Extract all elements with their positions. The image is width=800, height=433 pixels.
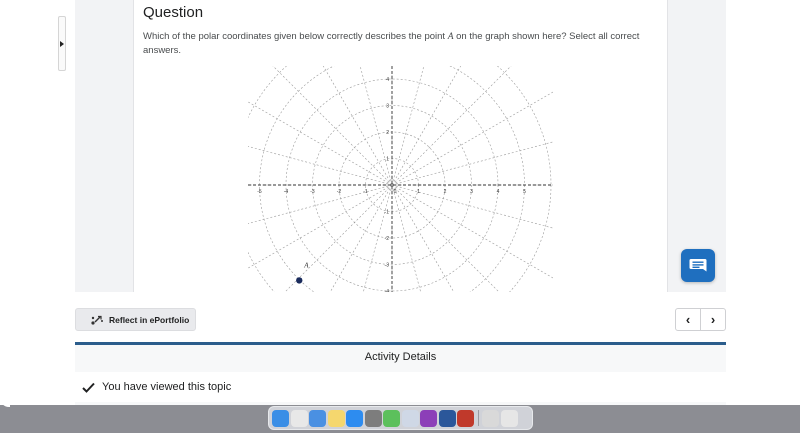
x-tick-label: 1 xyxy=(417,189,420,195)
viewed-status-text: You have viewed this topic xyxy=(102,381,232,393)
polar-ray xyxy=(391,141,553,186)
y-tick-label: -4 xyxy=(385,289,390,292)
dock-separator xyxy=(477,410,479,426)
left-panel xyxy=(75,0,134,292)
point-a-marker xyxy=(296,277,303,284)
y-tick-label: 2 xyxy=(386,130,389,136)
chat-button[interactable] xyxy=(681,249,715,282)
polar-ray xyxy=(248,184,393,224)
chevron-right-icon: › xyxy=(710,312,716,327)
y-tick-label: 3 xyxy=(386,104,389,110)
previous-topic-button[interactable]: ‹ xyxy=(676,309,700,330)
polar-ray xyxy=(391,184,500,292)
viewed-status-row: You have viewed this topic xyxy=(75,372,726,402)
chrome-icon[interactable] xyxy=(290,409,308,427)
reflect-eportfolio-button[interactable]: Reflect in ePortfolio xyxy=(75,308,196,331)
chat-icon xyxy=(689,258,707,271)
system-preferences-icon[interactable] xyxy=(364,409,382,427)
x-tick-label: 0 xyxy=(394,189,397,195)
notes-icon[interactable] xyxy=(327,409,345,427)
y-tick-label: 4 xyxy=(386,77,389,83)
question-text: Which of the polar coordinates given bel… xyxy=(143,30,653,58)
mail-icon[interactable] xyxy=(309,409,326,427)
polar-ray xyxy=(391,184,455,292)
onenote-icon[interactable] xyxy=(420,409,437,427)
axes xyxy=(248,66,553,292)
app-store-icon[interactable] xyxy=(346,409,363,427)
question-title: Question xyxy=(143,4,204,21)
trash-icon[interactable] xyxy=(500,409,518,427)
polar-ray xyxy=(363,184,393,292)
polar-ray xyxy=(284,184,393,292)
word-icon[interactable] xyxy=(438,409,456,427)
next-topic-button[interactable]: › xyxy=(700,309,725,330)
expand-arrow-icon xyxy=(60,40,64,47)
x-tick-label: -5 xyxy=(257,189,262,195)
x-tick-label: 5 xyxy=(523,189,526,195)
x-tick-label: -4 xyxy=(284,189,289,195)
window-corner xyxy=(0,397,10,407)
screen: Question Which of the polar coordinates … xyxy=(0,0,800,433)
point-a: A xyxy=(296,261,309,284)
sidebar-toggle-button[interactable] xyxy=(58,16,66,71)
point-a-label: A xyxy=(303,261,309,269)
polar-ring xyxy=(248,66,552,292)
polar-ray xyxy=(329,184,393,292)
finder-icon[interactable] xyxy=(272,409,289,427)
y-tick-label: -1 xyxy=(385,210,390,216)
y-tick-label: -3 xyxy=(385,263,390,269)
preview-icon[interactable] xyxy=(401,409,419,427)
x-tick-label: 2 xyxy=(444,189,447,195)
messages-icon[interactable] xyxy=(383,409,400,427)
documents-icon[interactable] xyxy=(482,409,499,427)
x-tick-label: -1 xyxy=(363,189,368,195)
y-tick-label: 1 xyxy=(386,157,389,163)
macos-dock xyxy=(268,406,533,430)
checkmark-icon xyxy=(82,382,95,393)
x-tick-label: 3 xyxy=(470,189,473,195)
reflect-label: Reflect in ePortfolio xyxy=(109,314,190,325)
chevron-left-icon: ‹ xyxy=(685,312,691,327)
dictionary-icon[interactable] xyxy=(457,409,474,427)
polar-ray xyxy=(391,91,553,186)
polar-ray xyxy=(391,66,512,186)
polar-ray xyxy=(391,184,421,292)
eportfolio-icon xyxy=(91,315,103,325)
x-tick-label: -3 xyxy=(310,189,315,195)
polar-ray xyxy=(322,66,393,186)
topic-navigation: ‹ › xyxy=(675,308,726,331)
x-tick-label: 4 xyxy=(497,189,500,195)
question-area: Question Which of the polar coordinates … xyxy=(134,0,667,292)
x-tick-label: -2 xyxy=(337,189,342,195)
polar-ray xyxy=(391,184,553,229)
activity-details-title: Activity Details xyxy=(364,351,437,363)
polar-grid xyxy=(248,66,553,292)
polar-ray xyxy=(391,184,553,279)
activity-details-panel: Activity Details You have viewed this to… xyxy=(75,342,726,405)
question-text-start: Which of the polar coordinates given bel… xyxy=(143,31,448,42)
y-tick-label: -2 xyxy=(385,236,390,242)
polar-graph: -5 -4 -3 -2 -1 0 1 2 3 4 5 4 3 2 1 -1 -2 -3 -4 A xyxy=(248,66,553,292)
polar-ray xyxy=(248,184,393,269)
